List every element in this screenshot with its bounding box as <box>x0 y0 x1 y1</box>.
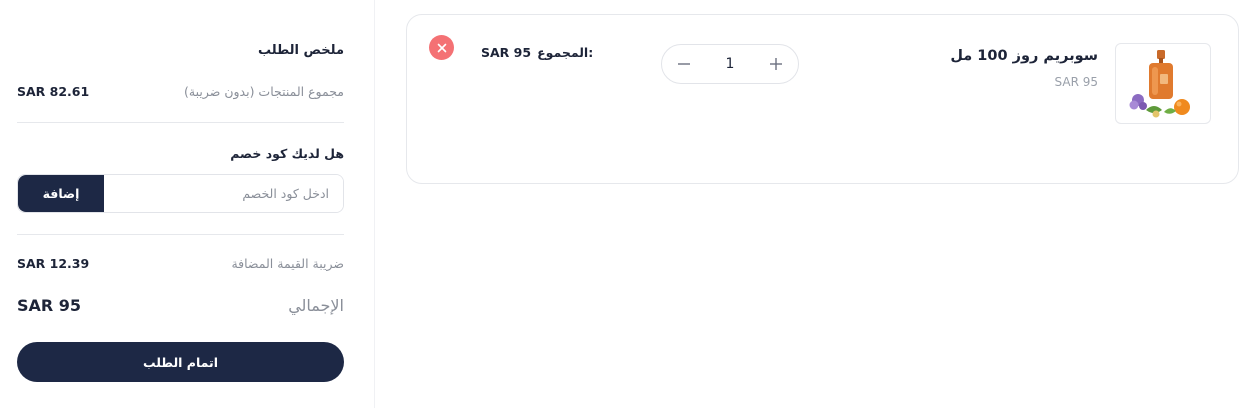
increment-button[interactable] <box>766 54 786 74</box>
quantity-value[interactable]: 1 <box>726 56 735 72</box>
vat-row: ضريبة القيمة المضافة SAR 12.39 <box>17 256 344 271</box>
order-summary-panel: ملخص الطلب مجموع المنتجات (بدون ضريبة) S… <box>0 0 375 408</box>
product-price: SAR 95 <box>1054 75 1098 89</box>
close-icon <box>437 43 446 52</box>
line-total: SAR 95 المجموع: <box>481 45 593 60</box>
summary-title: ملخص الطلب <box>257 43 344 58</box>
total-value: SAR 95 <box>17 296 82 315</box>
quantity-stepper: 1 <box>661 44 799 84</box>
cart-page: ملخص الطلب مجموع المنتجات (بدون ضريبة) S… <box>0 0 1246 408</box>
product-image[interactable] <box>1115 43 1211 124</box>
subtotal-label: مجموع المنتجات (بدون ضريبة) <box>184 84 344 99</box>
cart-item-card: سوبريم روز 100 مل SAR 95 1 SAR 95 المجمو… <box>406 14 1239 184</box>
total-row: الإجمالي SAR 95 <box>17 296 344 315</box>
divider <box>17 122 344 123</box>
plus-icon <box>769 58 782 70</box>
remove-item-button[interactable] <box>429 35 454 60</box>
decrement-button[interactable] <box>674 54 694 74</box>
subtotal-row: مجموع المنتجات (بدون ضريبة) SAR 82.61 <box>17 84 344 99</box>
line-total-label: المجموع: <box>537 45 594 60</box>
coupon-input[interactable] <box>104 175 343 212</box>
divider <box>17 234 344 235</box>
checkout-button[interactable]: اتمام الطلب <box>17 342 344 382</box>
vat-label: ضريبة القيمة المضافة <box>231 256 344 271</box>
coupon-question: هل لديك كود خصم <box>230 146 344 161</box>
minus-icon <box>678 63 690 65</box>
coupon-form: إضافة <box>17 174 344 213</box>
product-name[interactable]: سوبريم روز 100 مل <box>950 48 1098 64</box>
total-label: الإجمالي <box>288 296 344 315</box>
perfume-bottle-image <box>1129 50 1190 118</box>
line-total-value: SAR 95 <box>481 45 532 60</box>
vat-value: SAR 12.39 <box>17 256 90 271</box>
subtotal-value: SAR 82.61 <box>17 84 90 99</box>
apply-coupon-button[interactable]: إضافة <box>18 175 104 212</box>
